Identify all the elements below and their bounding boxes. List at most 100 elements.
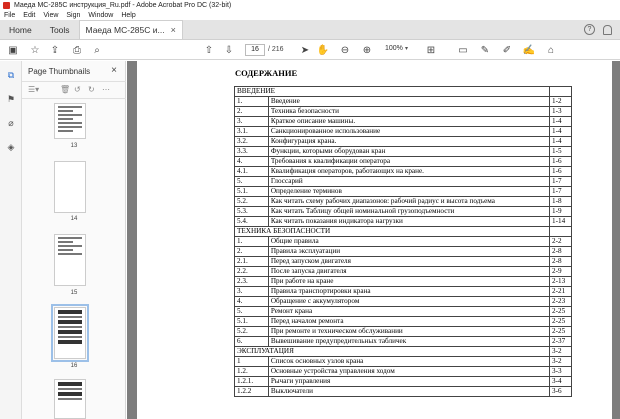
previous-page-icon[interactable]: ⇧ [202, 43, 216, 57]
thumbnail-page[interactable] [54, 161, 86, 213]
toc-page [549, 226, 572, 237]
draw-icon[interactable]: ✐ [500, 43, 514, 57]
menu-view[interactable]: View [43, 12, 58, 19]
thumbnail-page-selected[interactable] [51, 304, 89, 362]
upload-icon[interactable]: ⇪ [48, 43, 62, 57]
thumbnail-page[interactable] [54, 234, 86, 286]
toc-number: 6. [234, 336, 269, 347]
toc-section-row: ВВЕДЕНИЕ [233, 86, 572, 97]
comment-icon[interactable]: ▭ [456, 43, 470, 57]
help-icon[interactable]: ? [584, 24, 595, 35]
toc-page: 1-14 [549, 216, 572, 227]
toc-row: 5. Ремонт крана 2-25 [234, 306, 572, 317]
bookmarks-icon[interactable]: ⚑ [5, 93, 17, 105]
share-icon[interactable]: ⌂ [544, 43, 558, 57]
toc-row: 5.1. Перед началом ремонта 2-25 [234, 316, 572, 327]
toc-row: 3. Краткое описание машины. 1-4 [234, 116, 572, 127]
page-number-input[interactable]: 16 [245, 44, 265, 56]
rotate-right-icon[interactable]: ↻ [88, 85, 95, 94]
close-panel-icon[interactable]: × [111, 65, 117, 76]
document-view[interactable]: СОДЕРЖАНИЕ ВВЕДЕНИЕ 1. Введение 1-2 2. Техник… [127, 61, 620, 419]
toc-number: 1.2.2 [234, 386, 269, 397]
window-title: Маеда МС-285С инструкция_Ru.pdf - Adobe … [14, 1, 232, 9]
attachments-paperclip-icon[interactable]: ⌀ [5, 117, 17, 129]
toc-title: Требования к квалификации оператора [267, 156, 551, 167]
zoom-out-icon[interactable]: ⊖ [338, 43, 352, 57]
toc-page: 1-8 [549, 196, 572, 207]
rotate-left-icon[interactable]: ↺ [74, 85, 81, 94]
thumbnails-panel-icon[interactable]: ⧉ [5, 69, 17, 81]
toc-row: 2.3. При работе на кране 2-13 [234, 276, 572, 287]
toc-row: 4. Требования к квалификации оператора 1-6 [234, 156, 572, 167]
toc-title: Конфигурация крана. [267, 136, 551, 147]
toc-number: 3.1. [234, 126, 269, 137]
toc-row: 5. Глоссарий 1-7 [234, 176, 572, 187]
page-fit-icon[interactable]: ⊞ [424, 43, 438, 57]
toc-page: 1-9 [549, 206, 572, 217]
menu-sign[interactable]: Sign [66, 12, 80, 19]
toc-title: Ремонт крана [267, 306, 551, 317]
save-icon[interactable]: ▣ [6, 43, 20, 57]
toc-number: 2.1. [234, 256, 269, 267]
fill-sign-icon[interactable]: ✍ [522, 43, 536, 57]
menu-file[interactable]: File [4, 12, 15, 19]
toc-title: Как читать Таблицу общей номинальной гру… [267, 206, 551, 217]
toc-title: Как читать схему рабочих диапазонов: раб… [267, 196, 551, 207]
delete-page-icon[interactable]: 🗑 [60, 85, 70, 94]
zoom-dropdown-icon[interactable]: ▾ [405, 45, 408, 52]
tab-close-icon[interactable]: × [171, 25, 176, 35]
toc-number: 5.2. [234, 326, 269, 337]
toc-page: 3-4 [549, 376, 572, 387]
toc-row: 5.2. При ремонте и техническом обслуживан… [234, 326, 572, 337]
toc-row: 6. Вывешивание предупредительных табличек… [234, 336, 572, 347]
toc-page: 2-25 [549, 316, 572, 327]
toc-number: 5. [234, 306, 269, 317]
thumbnail-more-icon[interactable]: ⋯ [102, 85, 110, 94]
hand-tool-icon[interactable]: ✋ [316, 43, 330, 57]
thumbnails-panel-title: Page Thumbnails [28, 67, 91, 76]
toc-page: 2-25 [549, 306, 572, 317]
toc-number: 4.1. [234, 166, 269, 177]
toc-page: 1-5 [549, 146, 572, 157]
select-cursor-icon[interactable]: ➤ [298, 43, 312, 57]
search-icon[interactable]: ⌕ [90, 43, 104, 57]
next-page-icon[interactable]: ⇩ [222, 43, 236, 57]
print-icon[interactable]: ⎙ [70, 43, 84, 57]
toc-number: 2.2. [234, 266, 269, 277]
notifications-bell-icon[interactable] [603, 24, 612, 35]
options-menu-icon[interactable]: ☰▾ [28, 85, 39, 94]
toc-section-name: ТЕХНИКА БЕЗОПАСНОСТИ [233, 226, 550, 237]
tab-document[interactable]: Маеда МС-285С и... × [78, 20, 183, 39]
menu-window[interactable]: Window [88, 12, 113, 19]
toc-number: 2. [234, 246, 269, 257]
toc-number: 1. [234, 96, 269, 107]
toc-number: 1 [234, 356, 269, 367]
menu-edit[interactable]: Edit [23, 12, 35, 19]
layers-icon[interactable]: ◈ [5, 141, 17, 153]
toc-page: 2-8 [549, 256, 572, 267]
toc-title: Вывешивание предупредительных табличек [267, 336, 551, 347]
toc-page: 3-6 [549, 386, 572, 397]
toc-page: 2-9 [549, 266, 572, 277]
thumbnail-page[interactable] [54, 103, 86, 139]
thumbnail-page-number: 14 [70, 216, 78, 222]
menu-help[interactable]: Help [121, 12, 135, 19]
bookmark-star-icon[interactable]: ☆ [28, 43, 42, 57]
toc-title: После запуска двигателя [267, 266, 551, 277]
zoom-in-icon[interactable]: ⊕ [360, 43, 374, 57]
toc-title: Перед началом ремонта [267, 316, 551, 327]
toc-section-row: ТЕХНИКА БЕЗОПАСНОСТИ [233, 226, 572, 237]
toc-title: Список основных узлов крана [267, 356, 551, 367]
toc-row: 3.2. Конфигурация крана. 1-4 [234, 136, 572, 147]
toc-page: 1-7 [549, 176, 572, 187]
toc-page: 1-2 [549, 96, 572, 107]
zoom-level[interactable]: 100% [385, 45, 403, 52]
toc-number: 3.3. [234, 146, 269, 157]
highlight-pen-icon[interactable]: ✎ [478, 43, 492, 57]
acrobat-logo-icon [3, 1, 10, 9]
toc-page: 3-3 [549, 366, 572, 377]
tab-tools[interactable]: Tools [41, 20, 79, 39]
toc-page: 1-4 [549, 136, 572, 147]
thumbnail-page[interactable] [54, 379, 86, 419]
tab-home[interactable]: Home [0, 20, 41, 39]
